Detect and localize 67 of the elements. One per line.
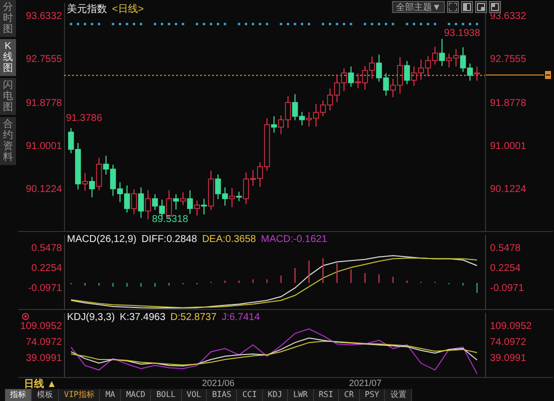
indicator-tab[interactable]: VIP指标	[59, 389, 100, 401]
axis-label: 92.7555	[26, 54, 62, 66]
indicator-name: KDJ(9,3,3)	[67, 312, 115, 323]
indicator-tab[interactable]: MACD	[121, 389, 152, 401]
indicator-tab[interactable]: BIAS	[207, 389, 238, 401]
date-label: 2021/07	[349, 378, 382, 388]
indicator-tab[interactable]: BOLL	[151, 389, 182, 401]
indicator-tab[interactable]: MA	[100, 389, 122, 401]
theme-dropdown[interactable]: 全部主题▼	[392, 1, 445, 13]
price-marker-icon	[545, 71, 551, 80]
sidebar-tab[interactable]: 分时图	[0, 0, 16, 37]
indicator-tab[interactable]: 设置	[385, 389, 412, 401]
price-annotation: 89.5318	[152, 214, 188, 225]
panel-right-icon	[477, 3, 485, 11]
sidebar-tab[interactable]: 合约资料	[0, 117, 16, 165]
chart-title: 美元指数	[67, 2, 107, 16]
expand-icon	[449, 3, 457, 11]
diff-value: DIFF:0.2848	[141, 234, 198, 245]
fit-button[interactable]	[447, 1, 459, 13]
indicator-name: MACD(26,12,9)	[67, 234, 136, 245]
axis-label: 0.2254	[31, 262, 62, 274]
indicator-tab[interactable]: 指标	[5, 389, 32, 401]
axis-label: 91.8778	[490, 98, 526, 109]
axis-label: 91.0001	[26, 140, 62, 152]
indicator-tab[interactable]: KDJ	[262, 389, 288, 401]
price-annotation: 93.1938	[444, 28, 480, 39]
macd-value: MACD:-0.1621	[261, 234, 328, 245]
axis-label: 39.0991	[490, 352, 526, 364]
layout-button[interactable]	[461, 1, 473, 13]
axis-label: 91.0001	[490, 140, 526, 152]
axis-label: 0.2254	[490, 262, 521, 274]
axis-label: -0.0971	[490, 283, 524, 294]
sidebar-tab[interactable]: K线图	[0, 39, 16, 76]
k-value: K:37.4963	[120, 312, 166, 323]
axis-label: 74.0972	[26, 336, 62, 348]
axis-label: 90.1224	[26, 184, 62, 196]
axis-label: 0.5478	[490, 242, 521, 254]
sidebar-tab[interactable]: 闪电图	[0, 78, 16, 115]
period-label: <日线>	[112, 2, 144, 16]
axis-label: 92.7555	[490, 54, 526, 66]
indicator-tab[interactable]: CCI	[237, 389, 263, 401]
axis-label: 39.0991	[26, 352, 62, 364]
layout-button[interactable]	[475, 1, 487, 13]
axis-label: 91.8778	[26, 98, 62, 109]
period-selector[interactable]: 日线 ▲	[0, 376, 64, 390]
layout-button[interactable]	[489, 1, 501, 13]
indicator-tab[interactable]: LWR	[288, 389, 314, 401]
indicator-tab[interactable]: RSI	[314, 389, 340, 401]
axis-label: 74.0972	[490, 336, 526, 348]
axis-label: 109.0952	[490, 320, 532, 332]
date-label: 2021/06	[202, 378, 235, 388]
price-annotation: 91.3786	[66, 113, 102, 124]
indicator-tab[interactable]: 模板	[32, 389, 59, 401]
axis-label: -0.0971	[28, 283, 62, 294]
panel-left-icon	[463, 3, 471, 11]
indicator-tab[interactable]: CR	[339, 389, 360, 401]
axis-label: 90.1224	[490, 184, 526, 196]
panel-corner-icon	[491, 3, 499, 11]
target-icon[interactable]	[22, 313, 29, 320]
axis-label: 0.5478	[31, 242, 62, 254]
j-value: J:6.7414	[222, 312, 260, 323]
dea-value: DEA:0.3658	[202, 234, 256, 245]
axis-label: 93.6332	[26, 11, 62, 22]
d-value: D:52.8737	[170, 312, 217, 323]
indicator-tab[interactable]: VOL	[182, 389, 208, 401]
axis-label: 109.0952	[20, 320, 62, 332]
indicator-tab[interactable]: PSY	[360, 389, 386, 401]
